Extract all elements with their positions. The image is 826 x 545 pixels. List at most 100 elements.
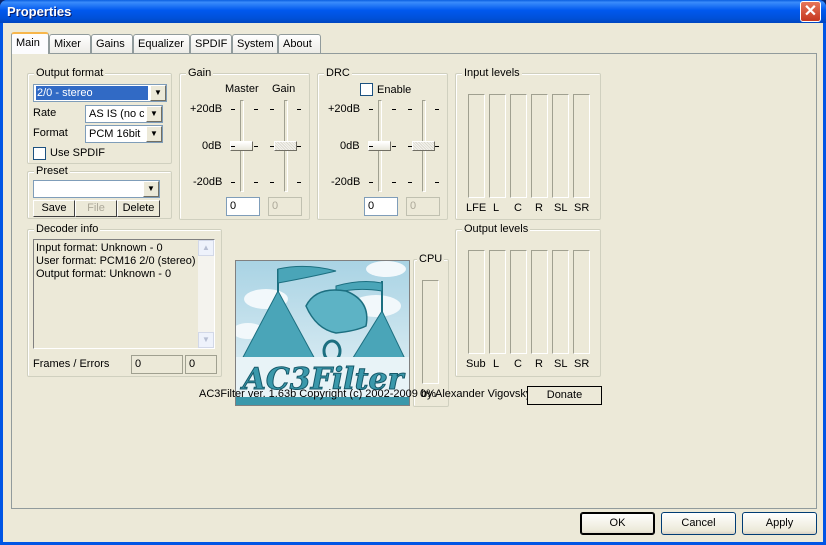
drc-input-2[interactable]: 0 bbox=[406, 197, 440, 216]
output-meter-c bbox=[510, 250, 527, 354]
chevron-down-icon[interactable]: ▼ bbox=[143, 181, 159, 197]
close-button[interactable]: ✕ bbox=[800, 1, 821, 22]
input-meter-c bbox=[510, 94, 527, 198]
decoder-info-label: Decoder info bbox=[34, 223, 101, 235]
chevron-down-icon[interactable]: ▼ bbox=[146, 126, 162, 142]
dialog-client: Main Mixer Gains Equalizer SPDIF System … bbox=[3, 23, 823, 542]
chevron-down-icon[interactable]: ▼ bbox=[146, 106, 162, 122]
delete-preset-button[interactable]: Delete bbox=[117, 200, 160, 217]
output-format-label: Output format bbox=[34, 67, 106, 79]
scale-minus20: -20dB bbox=[193, 176, 223, 188]
input-levels-group: Input levels LFE L C R SL SR bbox=[455, 67, 601, 220]
output-meter-sr bbox=[573, 250, 590, 354]
cancel-button[interactable]: Cancel bbox=[661, 512, 736, 535]
rate-combo[interactable]: AS IS (no ch ▼ bbox=[85, 105, 163, 123]
decoder-line: Output format: Unknown - 0 bbox=[36, 268, 172, 280]
vertical-scrollbar[interactable]: ▲ ▼ bbox=[198, 240, 214, 348]
tab-mixer[interactable]: Mixer bbox=[49, 34, 91, 53]
output-format-combo[interactable]: 2/0 - stereo ▼ bbox=[33, 84, 167, 102]
tab-equalizer[interactable]: Equalizer bbox=[133, 34, 190, 53]
output-meter-l bbox=[489, 250, 506, 354]
gain-slider-thumb[interactable] bbox=[274, 141, 297, 151]
output-meter-sub bbox=[468, 250, 485, 354]
output-levels-group: Output levels Sub L C R SL SR bbox=[455, 223, 601, 377]
drc-scale-plus20: +20dB bbox=[328, 103, 361, 115]
input-channel-l: L bbox=[493, 202, 500, 214]
tab-system[interactable]: System bbox=[232, 34, 278, 53]
scale-0: 0dB bbox=[202, 140, 222, 152]
donate-button[interactable]: Donate bbox=[527, 386, 602, 405]
drc-slider2-thumb[interactable] bbox=[412, 141, 435, 151]
use-spdif-checkbox[interactable] bbox=[33, 147, 46, 160]
ac3filter-logo: AC3Filter bbox=[235, 260, 410, 406]
gain-group: Gain Master Gain +20dB 0dB -20dB 0 0 bbox=[179, 67, 310, 220]
cpu-label: CPU bbox=[417, 253, 445, 265]
tab-spdif[interactable]: SPDIF bbox=[190, 34, 232, 53]
preset-value bbox=[36, 182, 141, 196]
copyright-text: AC3Filter ver. 1.63b Copyright (c) 2002-… bbox=[199, 388, 532, 400]
input-meter-sr bbox=[573, 94, 590, 198]
errors-field: 0 bbox=[185, 355, 217, 374]
output-format-group: Output format 2/0 - stereo ▼ Rate AS IS … bbox=[27, 67, 172, 164]
ok-button[interactable]: OK bbox=[580, 512, 655, 535]
decoder-info-text[interactable]: Input format: Unknown - 0 User format: P… bbox=[33, 239, 215, 349]
gain-label: Gain bbox=[272, 83, 296, 95]
rate-value: AS IS (no ch bbox=[89, 108, 144, 120]
output-channel-c: C bbox=[514, 358, 522, 370]
output-channel-sub: Sub bbox=[466, 358, 486, 370]
decoder-line: Input format: Unknown - 0 bbox=[36, 242, 163, 254]
input-channel-sl: SL bbox=[554, 202, 568, 214]
format-label: Format bbox=[33, 127, 68, 139]
output-channel-l: L bbox=[493, 358, 500, 370]
chevron-down-icon[interactable]: ▼ bbox=[150, 85, 166, 101]
tab-gains[interactable]: Gains bbox=[91, 34, 133, 53]
use-spdif-label: Use SPDIF bbox=[50, 147, 106, 159]
frames-field: 0 bbox=[131, 355, 183, 374]
output-levels-label: Output levels bbox=[462, 223, 531, 235]
gain-input[interactable]: 0 bbox=[268, 197, 302, 216]
preset-group: Preset ▼ Save File Delete bbox=[27, 165, 172, 219]
gain-group-label: Gain bbox=[186, 67, 214, 79]
decoder-line: User format: PCM16 2/0 (stereo) 0 bbox=[36, 255, 196, 267]
input-channel-sr: SR bbox=[574, 202, 590, 214]
tab-about[interactable]: About bbox=[278, 34, 321, 53]
input-meter-lfe bbox=[468, 94, 485, 198]
sample-format-value: PCM 16bit bbox=[89, 128, 141, 140]
drc-scale-minus20: -20dB bbox=[331, 176, 361, 188]
master-gain-input[interactable]: 0 bbox=[226, 197, 260, 216]
rate-label: Rate bbox=[33, 107, 57, 119]
file-preset-button[interactable]: File bbox=[75, 200, 117, 217]
input-channel-c: C bbox=[514, 202, 522, 214]
output-meter-sl bbox=[552, 250, 569, 354]
output-channel-sl: SL bbox=[554, 358, 568, 370]
output-channel-sr: SR bbox=[574, 358, 590, 370]
cpu-meter bbox=[422, 280, 439, 384]
drc-input-1[interactable]: 0 bbox=[364, 197, 398, 216]
window-title: Properties bbox=[7, 4, 72, 19]
input-meter-l bbox=[489, 94, 506, 198]
title-bar[interactable]: Properties ✕ bbox=[0, 0, 826, 23]
preset-label: Preset bbox=[34, 165, 70, 177]
output-meter-r bbox=[531, 250, 548, 354]
output-format-value: 2/0 - stereo bbox=[36, 86, 148, 100]
tab-main[interactable]: Main bbox=[11, 32, 49, 54]
properties-window: Properties ✕ Main Mixer Gains Equalizer … bbox=[0, 0, 826, 545]
apply-button[interactable]: Apply bbox=[742, 512, 817, 535]
master-label: Master bbox=[225, 83, 259, 95]
drc-enable-label: Enable bbox=[377, 84, 412, 96]
cpu-group: CPU 0% bbox=[413, 253, 449, 407]
input-levels-label: Input levels bbox=[462, 67, 522, 79]
input-meter-sl bbox=[552, 94, 569, 198]
drc-enable-checkbox[interactable] bbox=[360, 83, 373, 96]
drc-scale-0: 0dB bbox=[340, 140, 360, 152]
decoder-info-group: Decoder info Input format: Unknown - 0 U… bbox=[27, 223, 222, 377]
sample-format-combo[interactable]: PCM 16bit ▼ bbox=[85, 125, 163, 143]
drc-group-label: DRC bbox=[324, 67, 352, 79]
scroll-down-icon[interactable]: ▼ bbox=[198, 332, 214, 348]
preset-combo[interactable]: ▼ bbox=[33, 180, 160, 198]
close-icon: ✕ bbox=[803, 3, 818, 20]
scale-plus20: +20dB bbox=[190, 103, 223, 115]
scroll-up-icon[interactable]: ▲ bbox=[198, 240, 214, 256]
input-channel-lfe: LFE bbox=[466, 202, 487, 214]
save-preset-button[interactable]: Save bbox=[33, 200, 75, 217]
